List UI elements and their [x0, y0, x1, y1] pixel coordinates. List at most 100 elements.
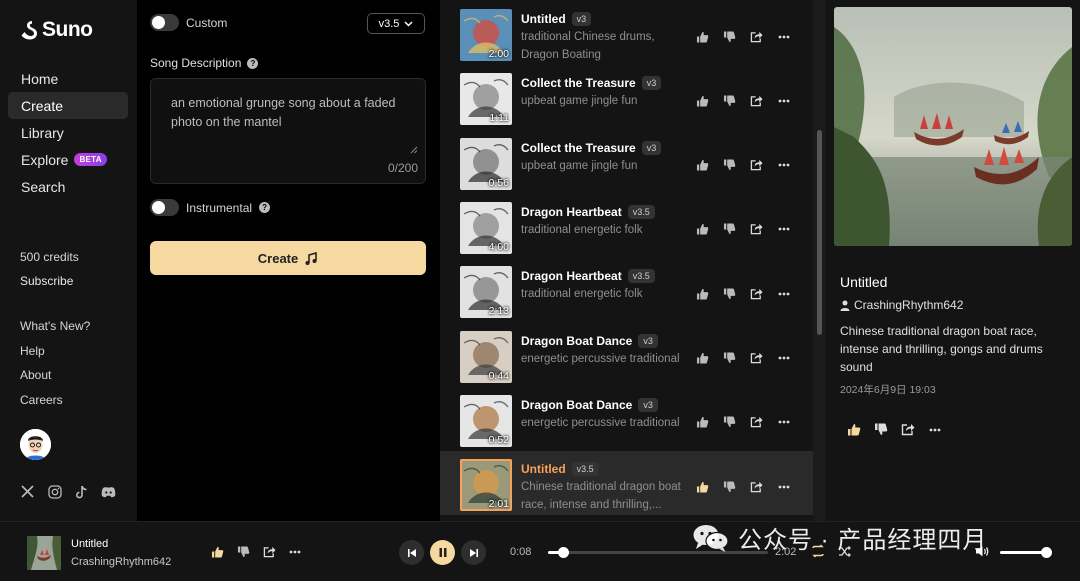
more-icon[interactable]	[776, 351, 791, 366]
suno-logo[interactable]: Suno	[20, 18, 93, 42]
help-icon[interactable]: ?	[259, 202, 271, 213]
song-thumbnail[interactable]: 0:44	[460, 330, 512, 383]
more-icon[interactable]	[776, 479, 791, 494]
user-avatar[interactable]	[20, 429, 51, 460]
player-thumbnail[interactable]	[27, 536, 61, 570]
song-thumbnail[interactable]: 2:13	[460, 266, 512, 319]
song-thumbnail[interactable]: 1:11	[460, 73, 512, 126]
detail-author[interactable]: CrashingRhythm642	[840, 298, 963, 312]
like-icon[interactable]	[695, 93, 710, 108]
share-icon[interactable]	[262, 545, 276, 559]
song-row[interactable]: 1:11 Collect the Treasure v3 upbeat game…	[440, 65, 813, 129]
previous-button[interactable]	[399, 540, 424, 565]
share-icon[interactable]	[749, 222, 764, 237]
share-icon[interactable]	[749, 351, 764, 366]
song-row[interactable]: 0:44 Dragon Boat Dance v3 energetic perc…	[440, 323, 813, 387]
song-title[interactable]: Untitled v3.5	[521, 462, 599, 477]
next-button[interactable]	[461, 540, 486, 565]
more-icon[interactable]	[776, 415, 791, 430]
link-about[interactable]: About	[20, 368, 90, 393]
dislike-icon[interactable]	[722, 93, 737, 108]
song-thumbnail[interactable]: 0:52	[460, 394, 512, 447]
more-icon[interactable]	[288, 545, 302, 559]
nav-explore[interactable]: Explore BETA	[8, 146, 128, 173]
song-description-input[interactable]: an emotional grunge song about a faded p…	[150, 78, 426, 184]
song-title[interactable]: Collect the Treasure v3	[521, 140, 662, 155]
link-help[interactable]: Help	[20, 344, 90, 369]
song-row[interactable]: 0:56 Collect the Treasure v3 upbeat game…	[440, 130, 813, 194]
more-icon[interactable]	[776, 93, 791, 108]
more-icon[interactable]	[776, 158, 791, 173]
song-row[interactable]: 2:01 Untitled v3.5 Chinese traditional d…	[440, 451, 813, 516]
more-icon[interactable]	[927, 422, 942, 437]
share-icon[interactable]	[749, 29, 764, 44]
song-row[interactable]: 2:00 Untitled v3 traditional Chinese dru…	[440, 1, 813, 65]
dislike-icon[interactable]	[722, 351, 737, 366]
nav-create[interactable]: Create	[8, 92, 128, 119]
volume-slider[interactable]	[1000, 551, 1046, 554]
song-title[interactable]: Dragon Heartbeat v3.5	[521, 269, 655, 284]
volume-knob[interactable]	[1041, 547, 1052, 558]
like-icon[interactable]	[695, 29, 710, 44]
share-icon[interactable]	[749, 479, 764, 494]
nav-search[interactable]: Search	[8, 173, 128, 200]
create-panel: Custom v3.5 Song Description ? an emotio…	[137, 0, 440, 521]
resize-handle-icon[interactable]	[410, 146, 418, 154]
like-icon[interactable]	[695, 158, 710, 173]
dislike-icon[interactable]	[722, 222, 737, 237]
song-title[interactable]: Dragon Boat Dance v3	[521, 397, 658, 412]
instrumental-toggle[interactable]	[150, 199, 179, 216]
progress-knob[interactable]	[557, 547, 569, 558]
like-icon[interactable]	[846, 422, 861, 437]
song-thumbnail[interactable]: 0:56	[460, 137, 512, 190]
share-icon[interactable]	[749, 158, 764, 173]
like-icon[interactable]	[695, 222, 710, 237]
dislike-icon[interactable]	[722, 29, 737, 44]
scrollbar-thumb[interactable]	[817, 130, 822, 335]
nav-home[interactable]: Home	[8, 65, 128, 92]
song-title[interactable]: Untitled v3	[521, 12, 592, 26]
share-icon[interactable]	[749, 93, 764, 108]
instagram-icon[interactable]	[47, 484, 62, 499]
like-icon[interactable]	[210, 545, 224, 559]
share-icon[interactable]	[749, 286, 764, 301]
song-thumbnail[interactable]: 2:00	[460, 9, 512, 61]
song-row[interactable]: 0:52 Dragon Boat Dance v3 energetic perc…	[440, 387, 813, 451]
share-icon[interactable]	[900, 422, 915, 437]
dislike-icon[interactable]	[722, 415, 737, 430]
create-button[interactable]: Create	[150, 241, 426, 275]
version-select[interactable]: v3.5	[367, 13, 425, 34]
help-icon[interactable]: ?	[247, 57, 259, 69]
like-icon[interactable]	[695, 415, 710, 430]
like-icon[interactable]	[695, 286, 710, 301]
song-row[interactable]: 2:13 Dragon Heartbeat v3.5 traditional e…	[440, 258, 813, 322]
song-thumbnail[interactable]: 4:00	[460, 201, 512, 254]
song-row[interactable]: 4:00 Dragon Heartbeat v3.5 traditional e…	[440, 194, 813, 258]
link-careers[interactable]: Careers	[20, 393, 90, 418]
tiktok-icon[interactable]	[74, 484, 89, 499]
more-icon[interactable]	[776, 222, 791, 237]
dislike-icon[interactable]	[873, 422, 888, 437]
dislike-icon[interactable]	[722, 479, 737, 494]
more-icon[interactable]	[776, 286, 791, 301]
nav-library[interactable]: Library	[8, 119, 128, 146]
dislike-icon[interactable]	[722, 286, 737, 301]
share-icon[interactable]	[749, 415, 764, 430]
custom-row: Custom	[150, 14, 227, 31]
custom-toggle[interactable]	[150, 14, 179, 31]
player-author[interactable]: CrashingRhythm642	[71, 556, 171, 568]
song-title[interactable]: Dragon Boat Dance v3	[521, 333, 658, 348]
link-whats-new[interactable]: What's New?	[20, 319, 90, 344]
like-icon[interactable]	[695, 351, 710, 366]
subscribe-link[interactable]: Subscribe	[20, 274, 73, 288]
discord-icon[interactable]	[101, 484, 116, 499]
song-title[interactable]: Dragon Heartbeat v3.5	[521, 204, 655, 219]
more-icon[interactable]	[776, 29, 791, 44]
like-icon[interactable]	[695, 479, 710, 494]
dislike-icon[interactable]	[722, 158, 737, 173]
song-title[interactable]: Collect the Treasure v3	[521, 76, 662, 91]
song-thumbnail[interactable]: 2:01	[460, 459, 512, 512]
pause-button[interactable]	[430, 540, 455, 565]
x-icon[interactable]	[20, 484, 35, 499]
dislike-icon[interactable]	[236, 545, 250, 559]
